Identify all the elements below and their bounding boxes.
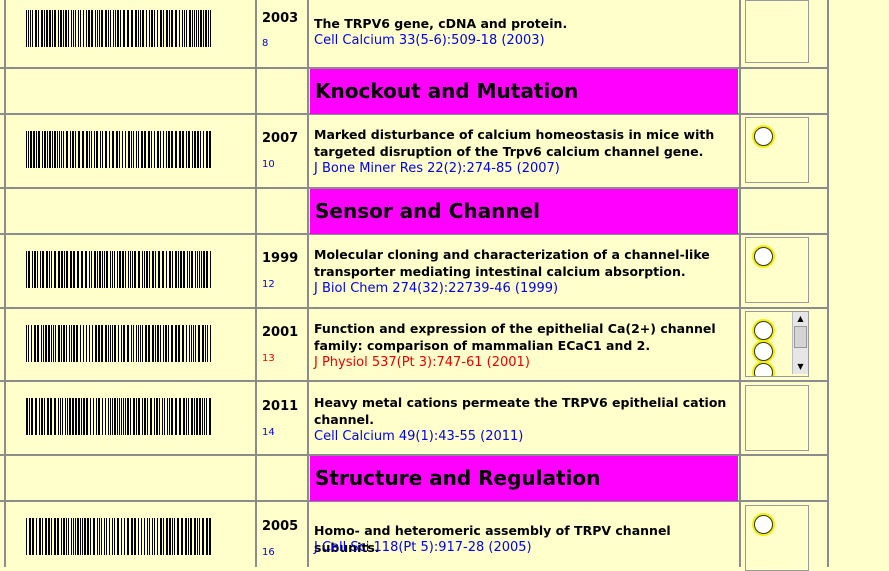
citation-link[interactable]: J Physiol 537(Pt 3):747-61 (2001) xyxy=(314,354,530,371)
reference-number[interactable]: 10 xyxy=(262,159,275,170)
barcode-image[interactable] xyxy=(26,325,214,362)
barcode-image[interactable] xyxy=(26,10,214,47)
column-divider xyxy=(307,0,309,567)
article-title: Molecular cloning and characterization o… xyxy=(314,247,710,279)
scrollbar[interactable]: ▲ ▼ xyxy=(792,312,808,374)
publication-year: 2001 xyxy=(262,325,299,340)
citation-link[interactable]: J Biol Chem 274(32):22739-46 (1999) xyxy=(314,280,558,297)
citation-link[interactable]: J Bone Miner Res 22(2):274-85 (2007) xyxy=(314,160,560,177)
citation-link[interactable]: Cell Calcium 49(1):43-55 (2011) xyxy=(314,428,523,445)
section-header: Structure and Regulation xyxy=(310,456,738,501)
citation-link[interactable]: Cell Calcium 33(5-6):509-18 (2003) xyxy=(314,32,545,49)
citation-link[interactable]: J Cell Sci 118(Pt 5):917-28 (2005) xyxy=(314,539,532,556)
section-header: Knockout and Mutation xyxy=(310,69,738,114)
answer-box[interactable] xyxy=(745,237,809,303)
article-title: The TRPV6 gene, cDNA and protein. xyxy=(314,16,568,31)
answer-box[interactable] xyxy=(745,385,809,451)
barcode-image[interactable] xyxy=(26,251,214,288)
answer-list[interactable]: ▲ ▼ xyxy=(745,311,809,377)
reference-number[interactable]: 16 xyxy=(262,547,275,558)
barcode-image[interactable] xyxy=(26,398,214,435)
answer-box[interactable] xyxy=(745,0,809,63)
publication-year: 2003 xyxy=(262,11,299,26)
answer-box[interactable] xyxy=(745,505,809,571)
table-border-left xyxy=(4,0,6,567)
scroll-up-icon[interactable]: ▲ xyxy=(795,313,806,324)
column-divider xyxy=(739,0,741,567)
row-divider xyxy=(0,380,829,382)
radio-button[interactable] xyxy=(754,363,773,376)
publication-year: 2007 xyxy=(262,131,299,146)
table-border-right xyxy=(827,0,829,567)
article-title: Marked disturbance of calcium homeostasi… xyxy=(314,127,715,159)
scroll-down-icon[interactable]: ▼ xyxy=(795,361,806,372)
answer-box[interactable] xyxy=(745,117,809,183)
section-header: Sensor and Channel xyxy=(310,189,738,234)
article-title: Heavy metal cations permeate the TRPV6 e… xyxy=(314,395,727,427)
radio-button[interactable] xyxy=(754,342,773,361)
publication-year: 1999 xyxy=(262,251,299,266)
barcode-image[interactable] xyxy=(26,518,214,555)
row-divider xyxy=(0,307,829,309)
reference-number[interactable]: 8 xyxy=(262,38,268,49)
column-divider xyxy=(255,0,257,567)
publication-year: 2011 xyxy=(262,399,299,414)
publication-year: 2005 xyxy=(262,519,299,534)
reference-number[interactable]: 13 xyxy=(262,353,275,364)
reference-number[interactable]: 12 xyxy=(262,279,275,290)
barcode-image[interactable] xyxy=(26,131,214,168)
article-title: Function and expression of the epithelia… xyxy=(314,321,716,353)
radio-button[interactable] xyxy=(754,515,773,534)
radio-button[interactable] xyxy=(754,321,773,340)
radio-button[interactable] xyxy=(754,127,773,146)
radio-button[interactable] xyxy=(754,247,773,266)
scrollbar-thumb[interactable] xyxy=(794,326,807,348)
reference-number[interactable]: 14 xyxy=(262,427,275,438)
